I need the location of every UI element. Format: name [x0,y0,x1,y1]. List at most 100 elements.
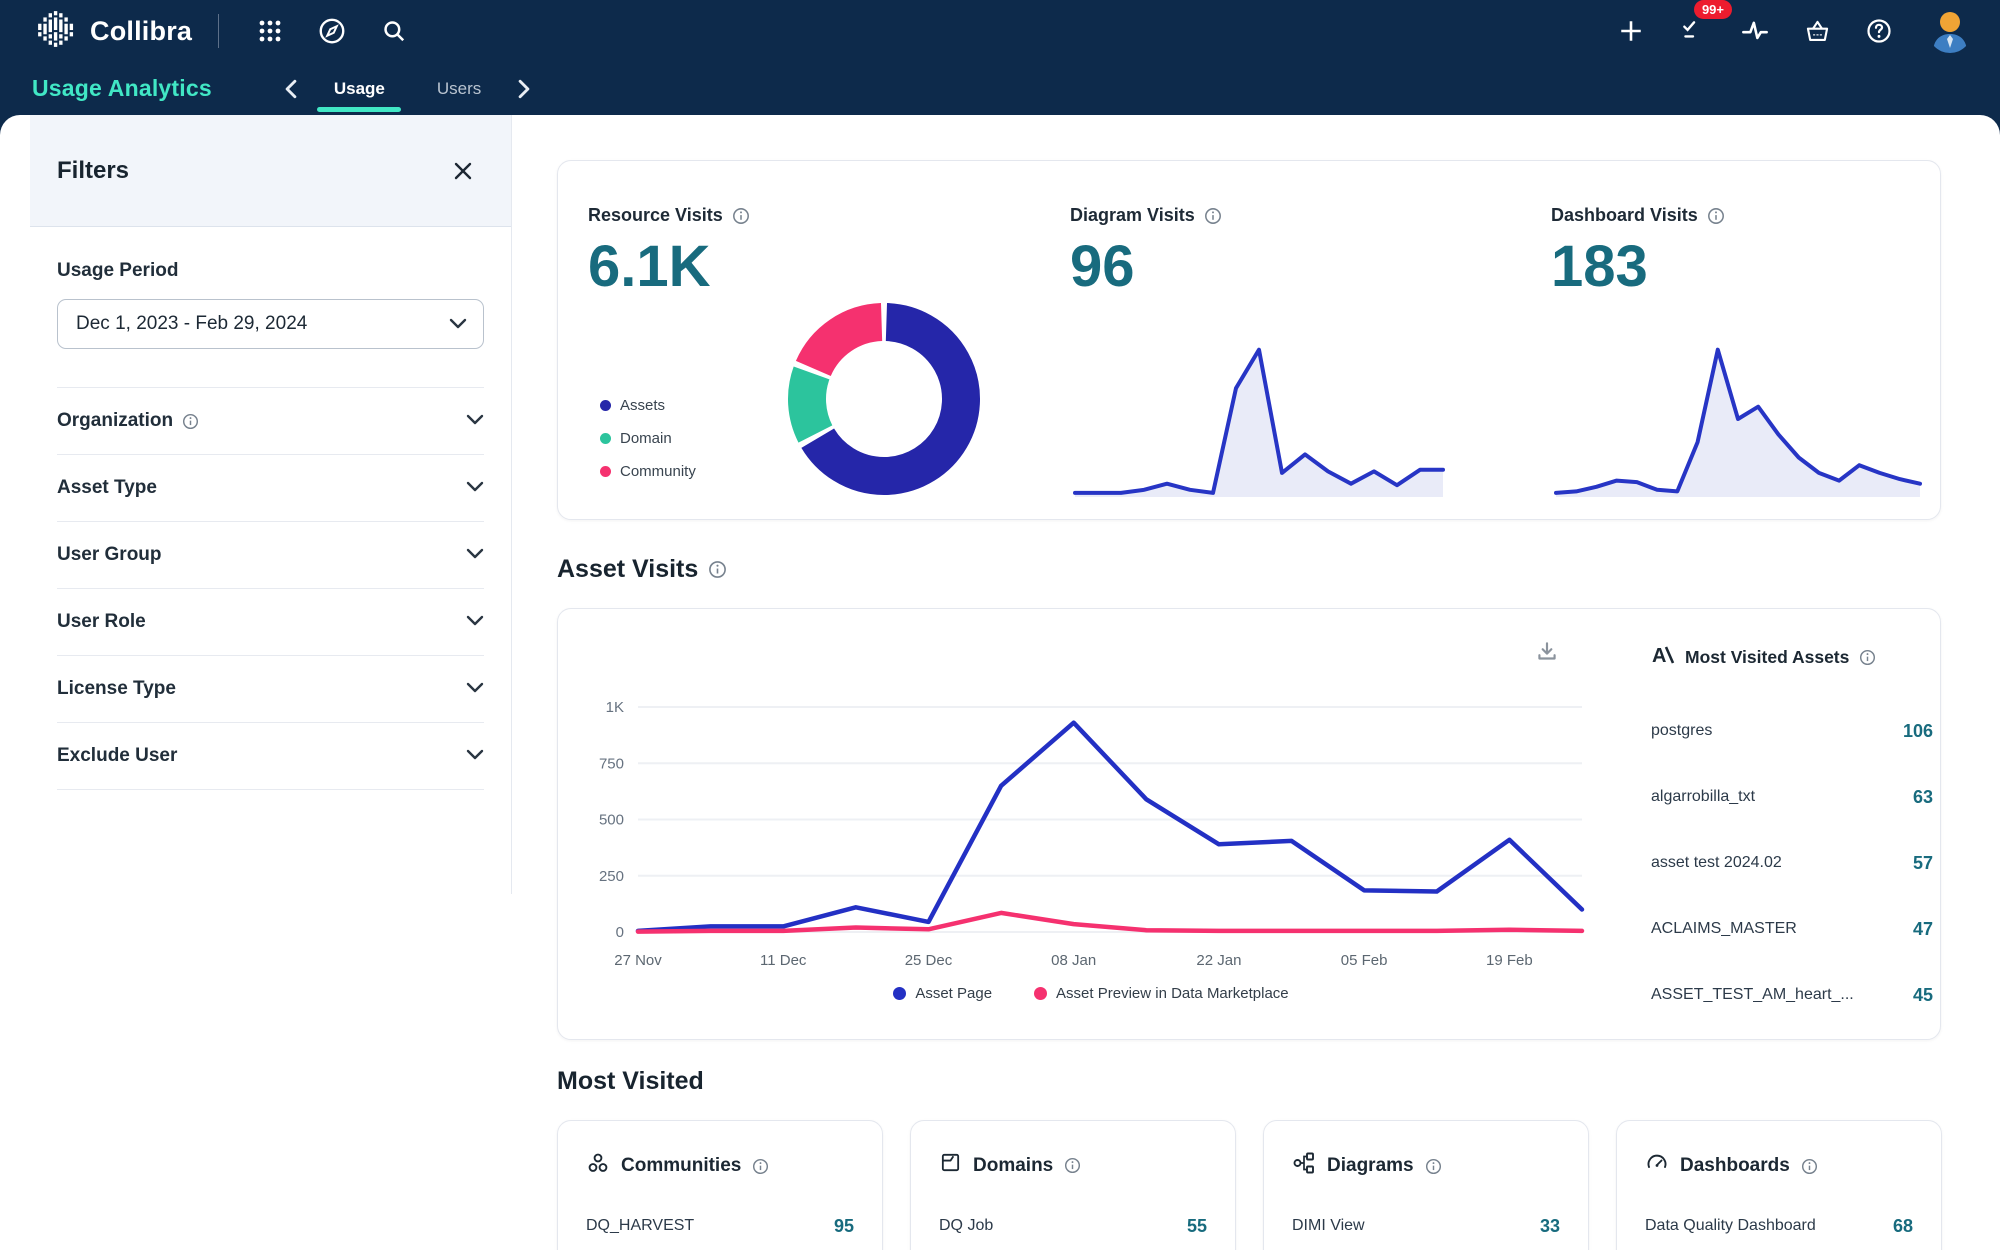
filter-section-user-role[interactable]: User Role [57,589,484,656]
domains-icon [939,1151,962,1180]
asset-preview-label: Asset Preview in Data Marketplace [1056,985,1289,1002]
help-icon[interactable] [1856,8,1902,54]
info-icon[interactable] [1707,207,1725,225]
asset-row[interactable]: algarrobilla_txt 63 [1651,764,1933,830]
filter-section-organization-label: Organization [57,410,199,432]
dashboards-icon [1645,1151,1669,1181]
visits-summary-card: Resource Visits 6.1K Assets Domain Commu… [557,160,1941,520]
activity-pulse-icon[interactable] [1732,8,1778,54]
info-icon[interactable] [1859,649,1876,666]
waffle-menu-icon[interactable] [247,8,293,54]
tab-users[interactable]: Users [411,62,507,115]
info-icon[interactable] [1204,207,1222,225]
svg-text:05 Feb: 05 Feb [1341,952,1388,969]
tab-users-label: Users [437,79,481,99]
usage-period-select[interactable]: Dec 1, 2023 - Feb 29, 2024 [57,299,484,349]
list-item[interactable]: DQ_HARVEST 95 [586,1209,854,1243]
asset-row[interactable]: ASSET_TEST_AM_heart_... 45 [1651,962,1933,1028]
diagram-visits-value: 96 [1070,233,1135,300]
usage-period-label: Usage Period [57,260,484,282]
svg-text:500: 500 [599,812,624,829]
chevron-down-icon [466,479,484,497]
community-name: DQ_HARVEST [586,1217,694,1235]
legend-item-domain[interactable]: Domain [600,422,696,455]
asset-visits-line-chart: 02505007501K27 Nov11 Dec25 Dec08 Jan22 J… [586,667,1596,977]
chevron-down-icon [449,313,467,335]
info-icon[interactable] [1801,1158,1818,1175]
chevron-down-icon [466,680,484,698]
filter-section-user-group[interactable]: User Group [57,522,484,589]
resource-visits-section: Resource Visits 6.1K Assets Domain Commu… [588,161,1048,519]
legend-item-asset-page[interactable]: Asset Page [893,981,992,1005]
info-icon[interactable] [708,560,727,579]
top-navbar: Collibra 99+ [0,0,2000,62]
brand-name: Collibra [90,16,192,47]
usage-period-section: Usage Period Dec 1, 2023 - Feb 29, 2024 [57,227,484,388]
tab-strip: Usage Users [274,62,541,115]
svg-text:25 Dec: 25 Dec [905,952,953,969]
asset-row[interactable]: postgres 106 [1651,698,1933,764]
asset-name: algarrobilla_txt [1651,788,1755,806]
search-icon[interactable] [371,8,417,54]
tab-usage[interactable]: Usage [308,62,411,115]
dashboard-name: Data Quality Dashboard [1645,1217,1816,1235]
info-icon[interactable] [1425,1158,1442,1175]
asset-name: ACLAIMS_MASTER [1651,920,1797,938]
browse-compass-icon[interactable] [309,8,355,54]
asset-row[interactable]: asset test 2024.02 57 [1651,830,1933,896]
filter-section-license-type-label: License Type [57,678,176,700]
legend-item-community[interactable]: Community [600,455,696,488]
nav-divider [218,14,219,48]
user-avatar[interactable] [1928,9,1972,53]
svg-text:08 Jan: 08 Jan [1051,952,1096,969]
collibra-logo[interactable]: Collibra [36,9,192,54]
asset-visit-count: 47 [1913,919,1933,940]
filter-section-license-type[interactable]: License Type [57,656,484,723]
list-item[interactable]: Data Quality Dashboard 68 [1645,1209,1913,1243]
list-item[interactable]: DIMI View 33 [1292,1209,1560,1243]
info-icon[interactable] [182,413,199,430]
page-title: Usage Analytics [32,75,212,102]
domain-label: Domain [620,430,672,447]
chevron-left-icon[interactable] [274,72,308,106]
domain-dot [600,433,611,444]
info-icon[interactable] [1064,1157,1081,1174]
legend-item-assets[interactable]: Assets [600,389,696,422]
chevron-down-icon [466,412,484,430]
chevron-right-icon[interactable] [507,72,541,106]
info-icon[interactable] [732,207,750,225]
filter-section-user-role-label: User Role [57,611,146,633]
basket-icon[interactable] [1794,8,1840,54]
close-icon[interactable] [445,153,481,189]
download-icon[interactable] [1530,635,1564,669]
asset-visit-count: 63 [1913,787,1933,808]
create-plus-icon[interactable] [1608,8,1654,54]
list-item[interactable]: DQ Job 55 [939,1209,1207,1243]
svg-text:27 Nov: 27 Nov [614,952,662,969]
filter-section-asset-type[interactable]: Asset Type [57,455,484,522]
most-visited-assets-panel: A Most Visited Assets postgres 106 algar… [1651,643,1933,1028]
dashboards-card: Dashboards Data Quality Dashboard 68 [1616,1120,1942,1250]
filter-section-organization[interactable]: Organization [57,388,484,455]
tasks-icon[interactable]: 99+ [1670,8,1716,54]
notification-badge: 99+ [1694,0,1732,19]
most-visited-assets-title: A Most Visited Assets [1651,643,1933,672]
chevron-down-icon [466,747,484,765]
diagram-visit-count: 33 [1540,1216,1560,1237]
diagram-visits-title: Diagram Visits [1070,205,1222,226]
assets-label: Assets [620,397,665,414]
legend-item-asset-preview[interactable]: Asset Preview in Data Marketplace [1034,981,1289,1005]
svg-text:250: 250 [599,868,624,885]
asset-visits-legend: Asset Page Asset Preview in Data Marketp… [586,981,1596,1005]
filter-section-exclude-user[interactable]: Exclude User [57,723,484,790]
dashboard-visit-count: 68 [1893,1216,1913,1237]
info-icon[interactable] [752,1158,769,1175]
dashboard-visits-value: 183 [1551,233,1648,300]
asset-name: ASSET_TEST_AM_heart_... [1651,986,1854,1004]
svg-text:22 Jan: 22 Jan [1196,952,1241,969]
asset-visits-card: 02505007501K27 Nov11 Dec25 Dec08 Jan22 J… [557,608,1941,1040]
asset-row[interactable]: ACLAIMS_MASTER 47 [1651,896,1933,962]
diagram-visits-sparkline [1073,333,1445,499]
dashboard-visits-title: Dashboard Visits [1551,205,1725,226]
dashboard-visits-sparkline [1554,333,1922,499]
